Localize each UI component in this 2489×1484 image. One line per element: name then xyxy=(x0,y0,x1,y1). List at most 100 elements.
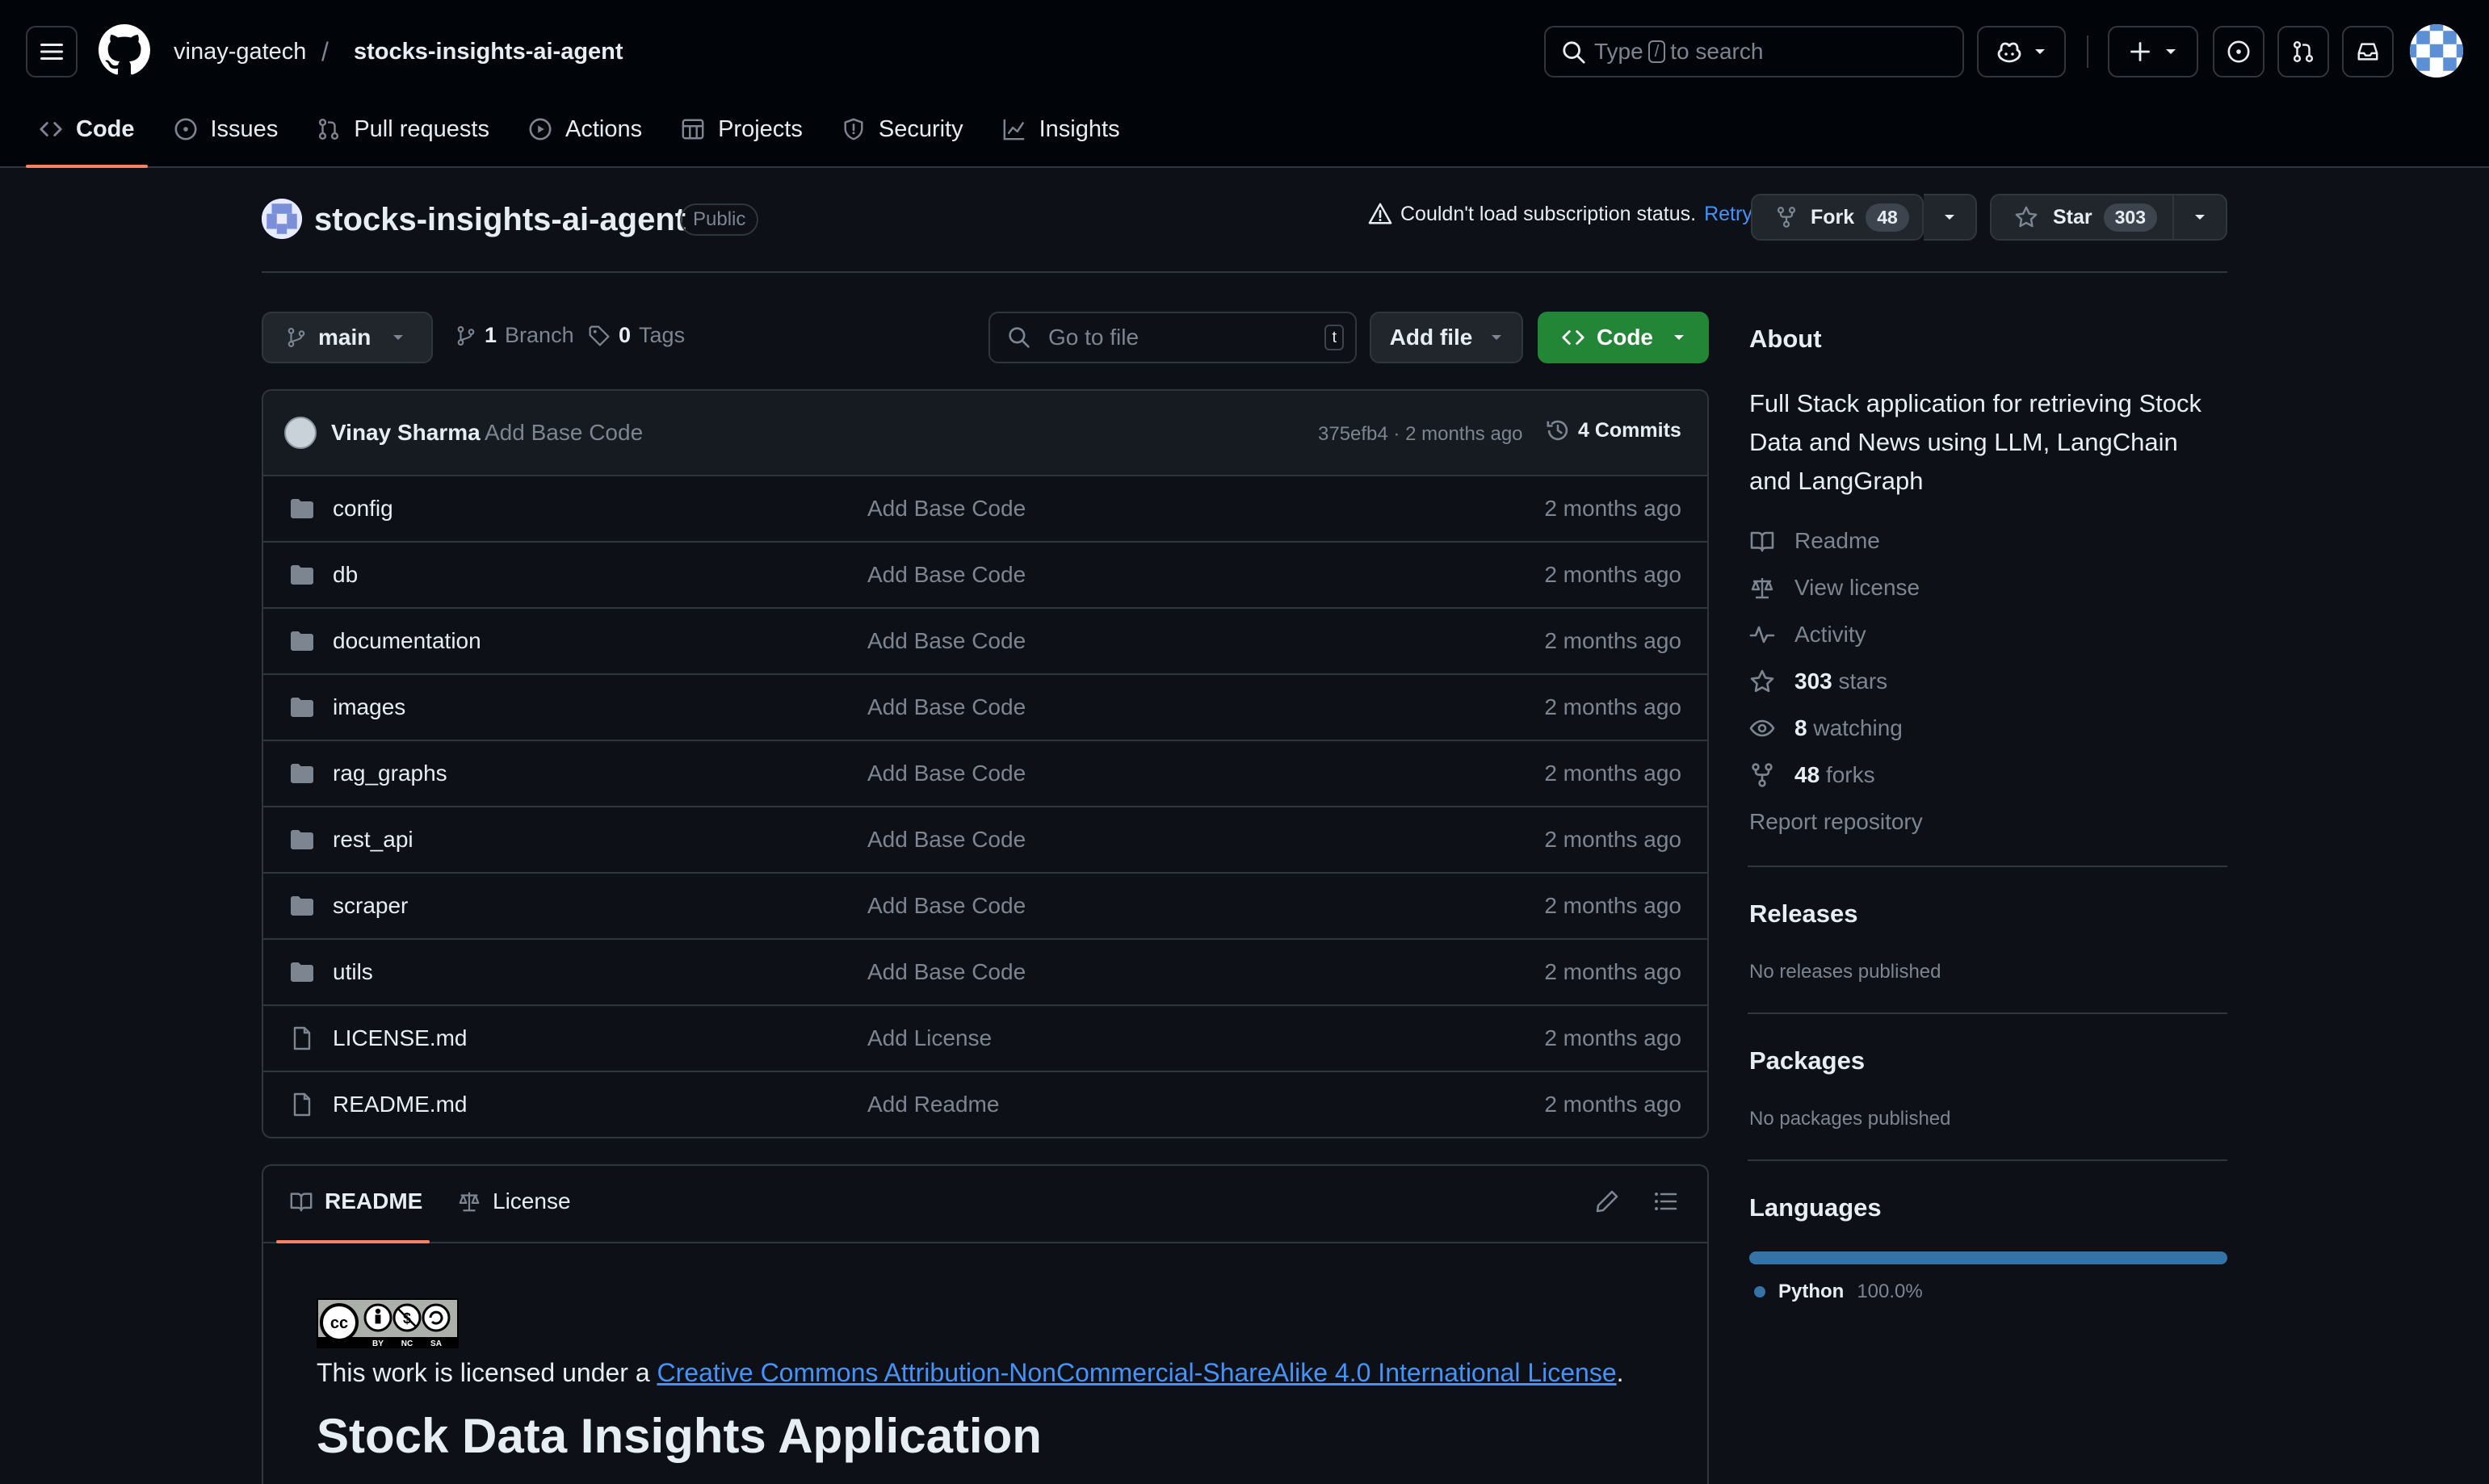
go-to-file-placeholder: Go to file xyxy=(1048,325,1140,350)
repo-owner-avatar[interactable] xyxy=(262,199,302,239)
outline-button[interactable] xyxy=(1652,1188,1678,1214)
file-row[interactable]: LICENSE.md Add License 2 months ago xyxy=(263,1006,1707,1072)
eye-icon xyxy=(1749,719,1775,737)
fork-button[interactable]: Fork 48 xyxy=(1751,194,1924,241)
breadcrumb-owner[interactable]: vinay-gatech xyxy=(174,36,306,68)
file-row[interactable]: rest_api Add Base Code 2 months ago xyxy=(263,807,1707,874)
search-placeholder-suffix: to search xyxy=(1670,39,1764,64)
file-name[interactable]: scraper xyxy=(333,893,408,919)
tab-license[interactable]: License xyxy=(457,1188,571,1214)
commit-author-avatar[interactable] xyxy=(284,417,317,449)
releases-title[interactable]: Releases xyxy=(1749,899,1857,929)
code-button[interactable]: Code xyxy=(1538,312,1709,363)
github-logo-icon[interactable] xyxy=(99,24,150,76)
file-commit-time: 2 months ago xyxy=(1544,1092,1681,1117)
file-commit-message[interactable]: Add Base Code xyxy=(867,496,1026,522)
file-name[interactable]: db xyxy=(333,562,358,588)
branch-selector[interactable]: main xyxy=(262,312,433,363)
watching-link[interactable]: 8 watching xyxy=(1749,715,1903,741)
license-statement: This work is licensed under a Creative C… xyxy=(317,1358,1624,1388)
fork-icon xyxy=(1752,763,1773,787)
inbox-button[interactable] xyxy=(2342,26,2394,78)
file-name[interactable]: LICENSE.md xyxy=(333,1025,468,1051)
table-icon xyxy=(682,119,704,140)
file-name[interactable]: rag_graphs xyxy=(333,761,447,786)
file-commit-message[interactable]: Add Base Code xyxy=(867,893,1026,919)
chevron-down-icon xyxy=(1674,335,1684,340)
issues-button[interactable] xyxy=(2213,26,2264,78)
menu-button[interactable] xyxy=(26,26,78,78)
star-dropdown-button[interactable] xyxy=(2172,194,2227,241)
tab-security[interactable]: Security xyxy=(829,105,976,153)
law-icon xyxy=(459,1192,480,1212)
commit-message[interactable]: Add Base Code xyxy=(485,420,643,446)
tab-projects[interactable]: Projects xyxy=(668,105,816,153)
tab-readme[interactable]: README xyxy=(289,1188,422,1214)
user-avatar[interactable] xyxy=(2410,24,2463,78)
global-search-input[interactable]: Type / to search xyxy=(1544,26,1964,78)
pull-request-icon xyxy=(319,118,339,140)
fork-dropdown-button[interactable] xyxy=(1924,194,1977,241)
create-new-button[interactable] xyxy=(2108,26,2198,78)
file-commit-message[interactable]: Add Base Code xyxy=(867,694,1026,720)
tab-insights[interactable]: Insights xyxy=(989,105,1133,153)
go-to-file-input[interactable]: Go to file t xyxy=(988,312,1357,363)
file-row[interactable]: scraper Add Base Code 2 months ago xyxy=(263,874,1707,940)
activity-link[interactable]: Activity xyxy=(1749,622,1866,648)
tab-issues[interactable]: Issues xyxy=(161,105,292,153)
edit-readme-button[interactable] xyxy=(1594,1188,1620,1214)
commit-author[interactable]: Vinay Sharma xyxy=(331,420,481,446)
pull-requests-button[interactable] xyxy=(2277,26,2329,78)
repo-title[interactable]: stocks-insights-ai-agent xyxy=(314,200,686,239)
file-commit-message[interactable]: Add Base Code xyxy=(867,761,1026,786)
readme-panel: README License cc $ BY NC xyxy=(262,1164,1709,1484)
readme-link[interactable]: Readme xyxy=(1749,528,1880,554)
forks-label: forks xyxy=(1825,762,1875,787)
breadcrumb-repo[interactable]: stocks-insights-ai-agent xyxy=(354,36,623,68)
report-repository-link[interactable]: Report repository xyxy=(1749,809,1923,835)
file-name[interactable]: images xyxy=(333,694,405,720)
file-name[interactable]: utils xyxy=(333,959,373,985)
file-name[interactable]: rest_api xyxy=(333,827,413,853)
tab-pull-requests[interactable]: Pull requests xyxy=(304,105,502,153)
file-commit-message[interactable]: Add Base Code xyxy=(867,628,1026,654)
retry-link[interactable]: Retry xyxy=(1704,203,1752,226)
file-browser: Vinay Sharma Add Base Code 375efb4 · 2 m… xyxy=(262,389,1709,1138)
file-row[interactable]: rag_graphs Add Base Code 2 months ago xyxy=(263,741,1707,807)
tab-code[interactable]: Code xyxy=(26,105,148,168)
language-item-python[interactable]: Python 100.0% xyxy=(1754,1281,1923,1303)
star-button[interactable]: Star 303 xyxy=(1990,194,2174,241)
file-name[interactable]: README.md xyxy=(333,1092,467,1117)
file-commit-message[interactable]: Add Base Code xyxy=(867,827,1026,853)
file-commit-message[interactable]: Add Base Code xyxy=(867,959,1026,985)
commit-hash-time[interactable]: 375efb4 · 2 months ago xyxy=(1318,423,1523,446)
file-row[interactable]: README.md Add Readme 2 months ago xyxy=(263,1072,1707,1137)
file-row[interactable]: images Add Base Code 2 months ago xyxy=(263,675,1707,741)
commits-link[interactable]: 4 Commits xyxy=(1546,418,1681,442)
file-commit-message[interactable]: Add Readme xyxy=(867,1092,999,1117)
forks-link[interactable]: 48 forks xyxy=(1749,762,1875,788)
file-row[interactable]: db Add Base Code 2 months ago xyxy=(263,543,1707,609)
stars-link[interactable]: 303 stars xyxy=(1749,669,1887,694)
file-name[interactable]: documentation xyxy=(333,628,481,654)
license-link[interactable]: Creative Commons Attribution-NonCommerci… xyxy=(657,1358,1617,1387)
about-title: About xyxy=(1749,325,1822,353)
book-icon xyxy=(1750,531,1774,552)
file-commit-message[interactable]: Add Base Code xyxy=(867,562,1026,588)
packages-title[interactable]: Packages xyxy=(1749,1046,1865,1075)
license-link-sidebar[interactable]: View license xyxy=(1749,575,1920,601)
file-row[interactable]: documentation Add Base Code 2 months ago xyxy=(263,609,1707,675)
copilot-button[interactable] xyxy=(1977,26,2066,78)
file-row[interactable]: config Add Base Code 2 months ago xyxy=(263,476,1707,543)
file-name[interactable]: config xyxy=(333,496,393,522)
add-file-button[interactable]: Add file xyxy=(1370,312,1523,363)
cc-license-badge-image[interactable]: cc $ BY NC SA xyxy=(317,1298,459,1348)
tab-actions[interactable]: Actions xyxy=(515,105,655,153)
folder-icon xyxy=(289,827,315,853)
tags-link[interactable]: 0 Tags xyxy=(588,323,685,348)
file-row[interactable]: utils Add Base Code 2 months ago xyxy=(263,940,1707,1006)
language-percent: 100.0% xyxy=(1857,1281,1923,1302)
file-commit-message[interactable]: Add License xyxy=(867,1025,992,1051)
file-commit-time: 2 months ago xyxy=(1544,694,1681,719)
branches-link[interactable]: 1 Branch xyxy=(455,323,574,348)
